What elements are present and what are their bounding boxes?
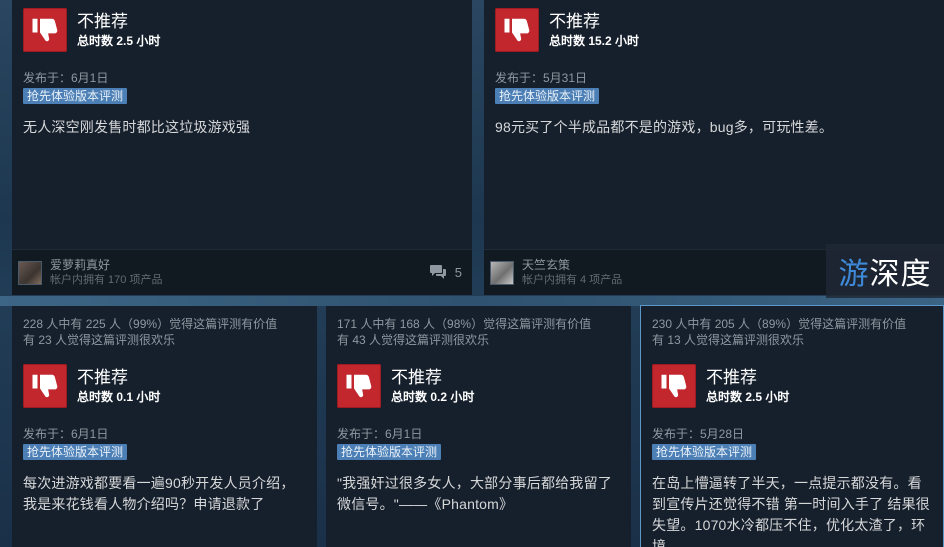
comment-count: 5 — [454, 264, 462, 280]
verdict-title[interactable]: 不推荐 — [391, 368, 474, 388]
funny-count: 有 13 人觉得这篇评测很欢乐 — [652, 333, 805, 347]
author-name[interactable]: 天竺玄策 — [522, 258, 622, 273]
posted-date: 发布于：5月31日 — [495, 71, 588, 85]
helpful-stats: 171 人中有 168 人（98%）觉得这篇评测有价值 有 43 人觉得这篇评测… — [326, 306, 631, 348]
comment-icon — [429, 265, 446, 279]
review-text[interactable]: 98元买了个半成品都不是的游戏，bug多，可玩性差。 — [495, 117, 934, 138]
review-card: 230 人中有 205 人（89%）觉得这篇评测有价值 有 13 人觉得这篇评测… — [640, 305, 944, 547]
playtime: 总时数 2.5 小时 — [706, 390, 790, 404]
playtime: 总时数 15.2 小时 — [549, 34, 640, 48]
thumbs-down-icon[interactable] — [337, 364, 381, 408]
review-text[interactable]: 每次进游戏都要看一遍90秒开发人员介绍，我是来花钱看人物介绍吗？申请退款了 — [23, 473, 307, 515]
vote-header: 不推荐 总时数 2.5 小时 — [23, 8, 472, 52]
funny-count: 有 23 人觉得这篇评测很欢乐 — [23, 333, 176, 347]
playtime: 总时数 2.5 小时 — [77, 34, 161, 48]
helpful-count: 230 人中有 205 人（89%）觉得这篇评测有价值 — [652, 317, 907, 331]
author-products: 帐户内拥有 4 项产品 — [522, 274, 623, 286]
review-card: 不推荐 总时数 2.5 小时 发布于：6月1日 抢先体验版本评测 无人深空刚发售… — [12, 0, 472, 295]
posted-date: 发布于：6月1日 — [23, 71, 109, 85]
verdict-title[interactable]: 不推荐 — [549, 12, 639, 32]
review-card: 228 人中有 225 人（99%）觉得这篇评测有价值 有 23 人觉得这篇评测… — [12, 306, 317, 547]
review-text[interactable]: 无人深空刚发售时都比这垃圾游戏强 — [23, 117, 462, 138]
comments-link[interactable]: 5 — [429, 264, 462, 280]
early-access-badge: 抢先体验版本评测 — [337, 444, 442, 460]
watermark-part2: 深度 — [869, 257, 932, 292]
thumbs-down-icon[interactable] — [495, 8, 539, 52]
helpful-stats: 230 人中有 205 人（89%）觉得这篇评测有价值 有 13 人觉得这篇评测… — [641, 306, 943, 348]
background-strip — [0, 296, 944, 306]
review-card: 171 人中有 168 人（98%）觉得这篇评测有价值 有 43 人觉得这篇评测… — [326, 306, 631, 547]
playtime: 总时数 0.1 小时 — [77, 390, 161, 404]
author-name[interactable]: 爱萝莉真好 — [50, 258, 162, 273]
early-access-badge: 抢先体验版本评测 — [23, 88, 128, 104]
verdict-title[interactable]: 不推荐 — [706, 368, 789, 388]
thumbs-down-icon[interactable] — [23, 364, 67, 408]
watermark-part1: 游 — [838, 257, 870, 292]
playtime: 总时数 0.2 小时 — [391, 390, 475, 404]
early-access-badge: 抢先体验版本评测 — [495, 88, 600, 104]
vote-header: 不推荐 总时数 0.2 小时 — [337, 364, 631, 408]
helpful-stats: 228 人中有 225 人（99%）觉得这篇评测有价值 有 23 人觉得这篇评测… — [12, 306, 317, 348]
posted-date: 发布于：6月1日 — [23, 427, 109, 441]
author-products: 帐户内拥有 170 项产品 — [50, 274, 163, 286]
thumbs-down-icon[interactable] — [23, 8, 67, 52]
review-footer: 爱萝莉真好 帐户内拥有 170 项产品 5 — [12, 249, 472, 295]
vote-header: 不推荐 总时数 15.2 小时 — [495, 8, 944, 52]
posted-date: 发布于：5月28日 — [652, 427, 745, 441]
review-text[interactable]: 在岛上懵逼转了半天，一点提示都没有。看到宣传片还觉得不错 第一时间入手了 结果很… — [652, 473, 933, 547]
vote-header: 不推荐 总时数 0.1 小时 — [23, 364, 317, 408]
posted-date: 发布于：6月1日 — [337, 427, 423, 441]
helpful-count: 228 人中有 225 人（99%）觉得这篇评测有价值 — [23, 317, 278, 331]
watermark-logo: 游深度 — [826, 244, 944, 298]
vote-header: 不推荐 总时数 2.5 小时 — [652, 364, 943, 408]
early-access-badge: 抢先体验版本评测 — [23, 444, 128, 460]
thumbs-down-icon[interactable] — [652, 364, 696, 408]
verdict-title[interactable]: 不推荐 — [77, 12, 160, 32]
avatar[interactable] — [490, 260, 514, 285]
funny-count: 有 43 人觉得这篇评测很欢乐 — [337, 333, 490, 347]
helpful-count: 171 人中有 168 人（98%）觉得这篇评测有价值 — [337, 317, 592, 331]
avatar[interactable] — [18, 260, 42, 285]
verdict-title[interactable]: 不推荐 — [77, 368, 160, 388]
early-access-badge: 抢先体验版本评测 — [652, 444, 757, 460]
review-text[interactable]: "我强奸过很多女人，大部分事后都给我留了微信号。"——《Phantom》 — [337, 473, 621, 515]
